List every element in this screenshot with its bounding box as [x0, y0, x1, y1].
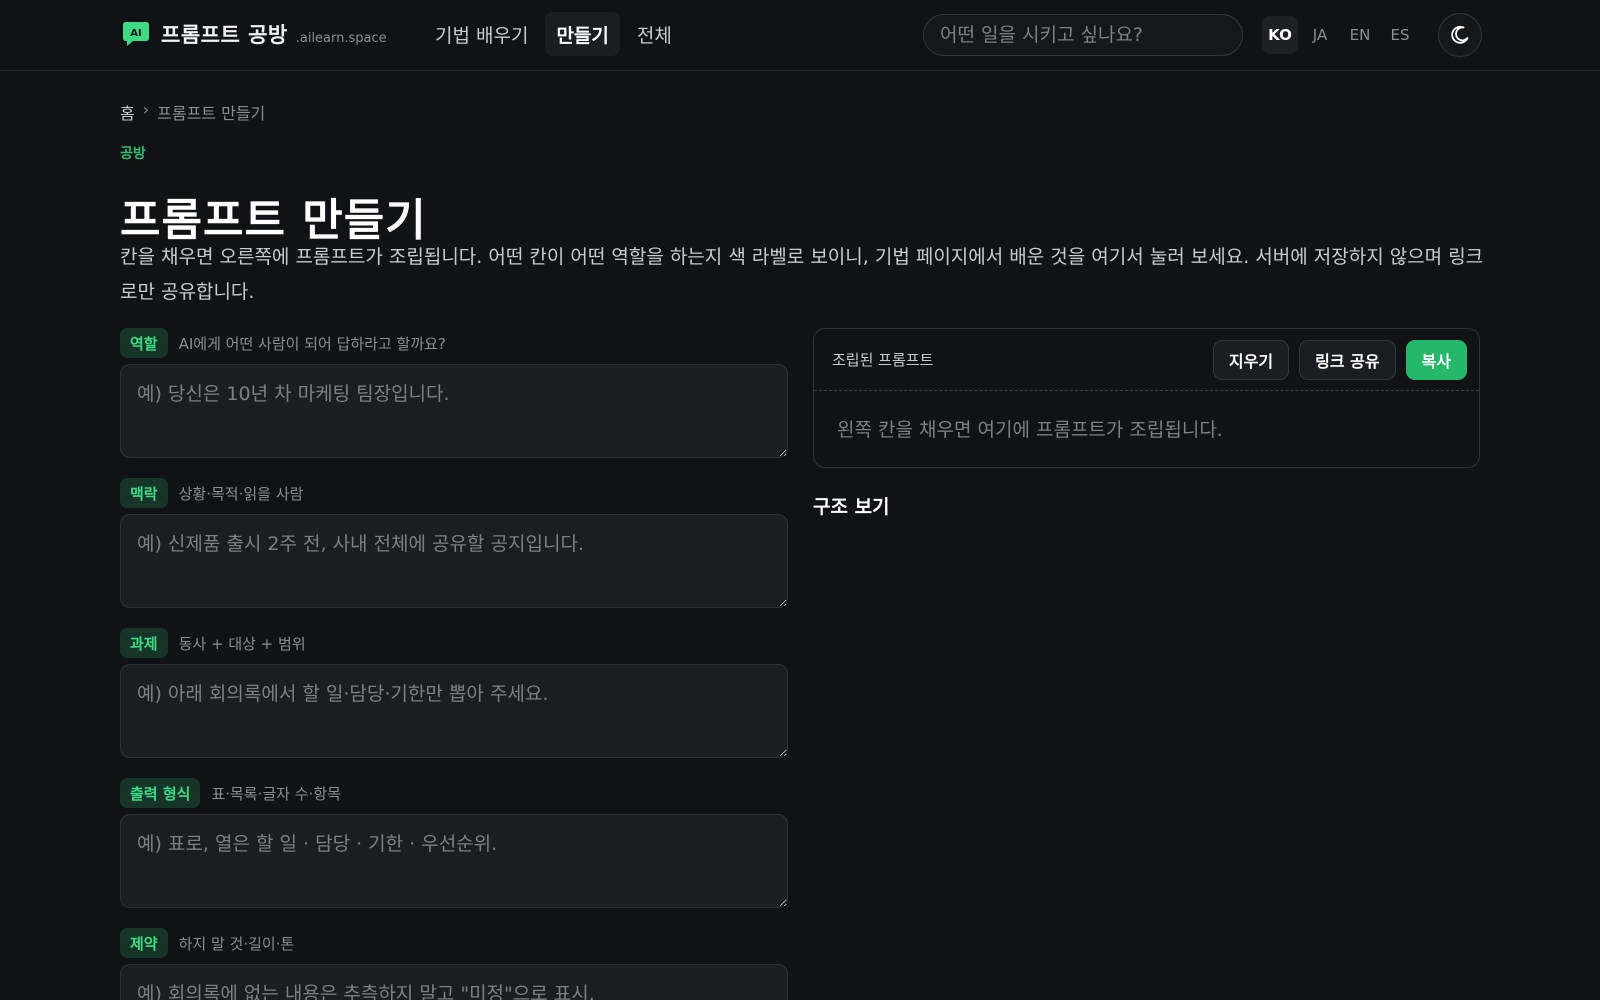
lang-es-button[interactable]: ES [1382, 16, 1418, 54]
nav-builder[interactable]: 만들기 [545, 12, 620, 56]
breadcrumb-current: 프롬프트 만들기 [157, 104, 266, 123]
logo-badge-text: AI [130, 28, 141, 39]
assembled-prompt-panel: 조립된 프롬프트 지우기 링크 공유 복사 왼쪽 칸을 채우면 여기에 프롬프트… [813, 328, 1480, 468]
field-hint-context: 상황·목적·읽을 사람 [178, 484, 304, 503]
field-hint-constraints: 하지 말 것·길이·톤 [178, 934, 295, 953]
page-title: 프롬프트 만들기 [120, 195, 427, 246]
moon-icon [1451, 25, 1469, 44]
section-eyebrow: 공방 [120, 146, 146, 162]
panel-header: 조립된 프롬프트 지우기 링크 공유 복사 [814, 329, 1479, 391]
structure-view-heading: 구조 보기 [813, 496, 890, 518]
breadcrumb: 홈 › 프롬프트 만들기 [120, 100, 265, 124]
constraints-textarea[interactable] [120, 964, 788, 1000]
search-input[interactable] [923, 14, 1243, 56]
share-link-button[interactable]: 링크 공유 [1299, 339, 1396, 380]
nav-learn-techniques[interactable]: 기법 배우기 [424, 12, 539, 56]
site-title: 프롬프트 공방 [161, 23, 288, 47]
field-task: 과제 동사 + 대상 + 범위 [120, 628, 788, 762]
output-format-textarea[interactable] [120, 814, 788, 908]
field-output-format: 출력 형식 표·목록·글자 수·항목 [120, 778, 788, 912]
lang-ja-button[interactable]: JA [1302, 16, 1338, 54]
field-tag-role: 역할 [120, 328, 168, 358]
field-tag-task: 과제 [120, 628, 168, 658]
field-hint-task: 동사 + 대상 + 범위 [178, 634, 306, 653]
nav-all[interactable]: 전체 [626, 12, 683, 56]
main-nav: 기법 배우기 만들기 전체 [424, 12, 683, 56]
theme-toggle-button[interactable] [1438, 13, 1482, 57]
field-role: 역할 AI에게 어떤 사람이 되어 답하라고 할까요? [120, 328, 788, 462]
breadcrumb-home-link[interactable]: 홈 [120, 100, 135, 124]
site-logo[interactable]: AI 프롬프트 공방 .ailearn.space [121, 19, 387, 49]
language-switcher: KO JA EN ES [1262, 16, 1418, 54]
field-tag-constraints: 제약 [120, 928, 168, 958]
lang-en-button[interactable]: EN [1342, 16, 1378, 54]
field-tag-context: 맥락 [120, 478, 168, 508]
assembled-prompt-output: 왼쪽 칸을 채우면 여기에 프롬프트가 조립됩니다. [837, 419, 1223, 441]
copy-button[interactable]: 복사 [1405, 339, 1467, 380]
context-textarea[interactable] [120, 514, 788, 608]
task-textarea[interactable] [120, 664, 788, 758]
lang-ko-button[interactable]: KO [1262, 16, 1298, 54]
logo-chat-bubble-icon: AI [123, 22, 149, 46]
page-description: 칸을 채우면 오른쪽에 프롬프트가 조립됩니다. 어떤 칸이 어떤 역할을 하는… [120, 246, 1484, 303]
role-textarea[interactable] [120, 364, 788, 458]
field-constraints: 제약 하지 말 것·길이·톤 [120, 928, 788, 1000]
field-hint-output-format: 표·목록·글자 수·항목 [211, 784, 341, 803]
site-domain: .ailearn.space [295, 30, 387, 46]
panel-title: 조립된 프롬프트 [832, 351, 934, 369]
clear-button[interactable]: 지우기 [1212, 339, 1290, 380]
field-tag-output-format: 출력 형식 [120, 778, 201, 808]
breadcrumb-separator: › [142, 100, 150, 119]
field-context: 맥락 상황·목적·읽을 사람 [120, 478, 788, 612]
field-hint-role: AI에게 어떤 사람이 되어 답하라고 할까요? [178, 334, 446, 353]
top-navigation-bar: AI 프롬프트 공방 .ailearn.space 기법 배우기 만들기 전체 … [0, 0, 1600, 71]
